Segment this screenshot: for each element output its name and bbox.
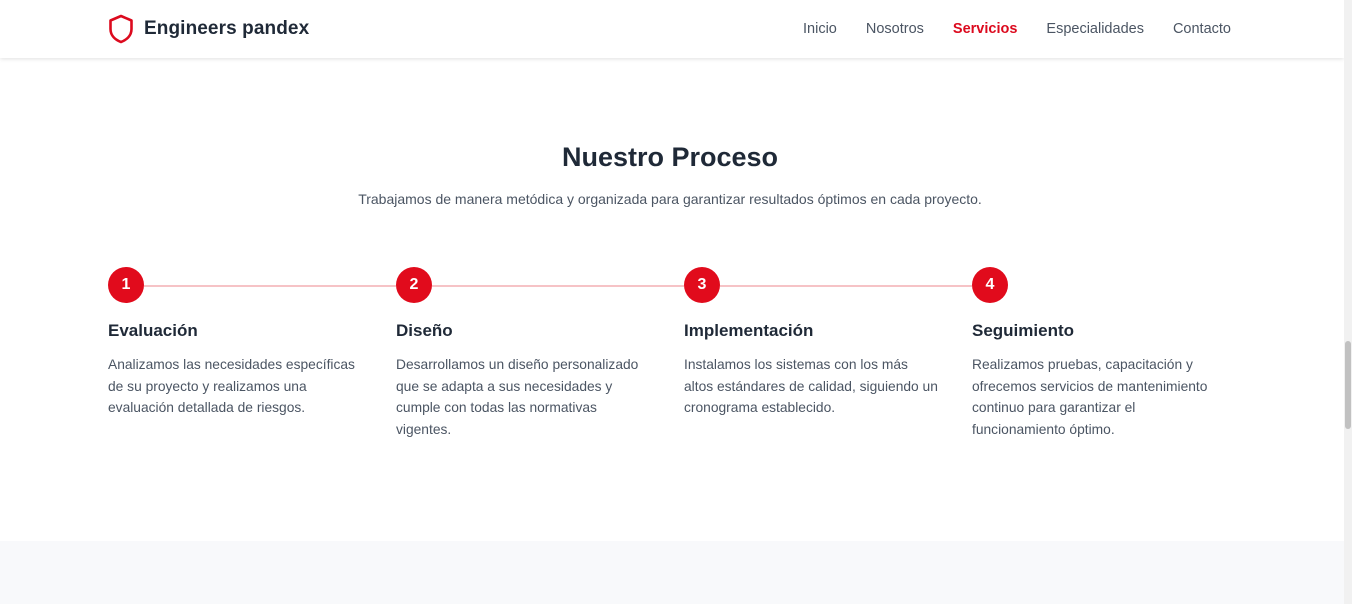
step-title: Diseño <box>396 321 453 340</box>
brand-logo-link[interactable]: Engineers pandex <box>108 14 309 44</box>
page-scrollbar[interactable] <box>1344 0 1352 604</box>
section-subtitle: Trabajamos de manera metódica y organiza… <box>358 191 982 207</box>
brand-name: Engineers pandex <box>144 18 310 39</box>
step-description: Instalamos los sistemas con los más alto… <box>684 357 938 415</box>
section-title: Nuestro Proceso <box>561 142 779 172</box>
step-description: Desarrollamos un diseño personalizado qu… <box>396 357 639 437</box>
step-description: Analizamos las necesidades específicas d… <box>108 357 355 415</box>
step-title: Evaluación <box>108 321 198 340</box>
step-title: Seguimiento <box>972 321 1075 340</box>
nav-link-contacto[interactable]: Contacto <box>1173 21 1231 37</box>
step-number-badge: 2 <box>396 267 432 303</box>
nav-menu: Inicio Nosotros Servicios Especialidades… <box>803 20 1231 38</box>
step-description: Realizamos pruebas, capacitación y ofrec… <box>972 357 1208 437</box>
nav-link-nosotros[interactable]: Nosotros <box>866 21 924 37</box>
nav-link-inicio[interactable]: Inicio <box>803 21 837 37</box>
nav-link-servicios[interactable]: Servicios <box>953 21 1018 37</box>
navbar: Engineers pandex Inicio Nosotros Servici… <box>0 0 1344 58</box>
step-number-badge: 1 <box>108 267 144 303</box>
step-number-badge: 3 <box>684 267 720 303</box>
shield-icon <box>109 14 133 44</box>
process-step-diseno: 2 Diseño Desarrollamos un diseño persona… <box>396 267 656 440</box>
process-step-seguimiento: 4 Seguimiento Realizamos pruebas, capaci… <box>972 267 1232 440</box>
next-section-band <box>0 541 1344 604</box>
step-title: Implementación <box>684 321 814 340</box>
scrollbar-thumb[interactable] <box>1345 341 1351 429</box>
process-section: Nuestro Proceso Trabajamos de manera met… <box>0 58 1344 541</box>
nav-link-especialidades[interactable]: Especialidades <box>1046 21 1144 37</box>
step-number-badge: 4 <box>972 267 1008 303</box>
process-step-implementacion: 3 Implementación Instalamos los sistemas… <box>684 267 944 419</box>
process-step-evaluacion: 1 Evaluación Analizamos las necesidades … <box>108 267 368 419</box>
page: Engineers pandex Inicio Nosotros Servici… <box>0 0 1344 604</box>
